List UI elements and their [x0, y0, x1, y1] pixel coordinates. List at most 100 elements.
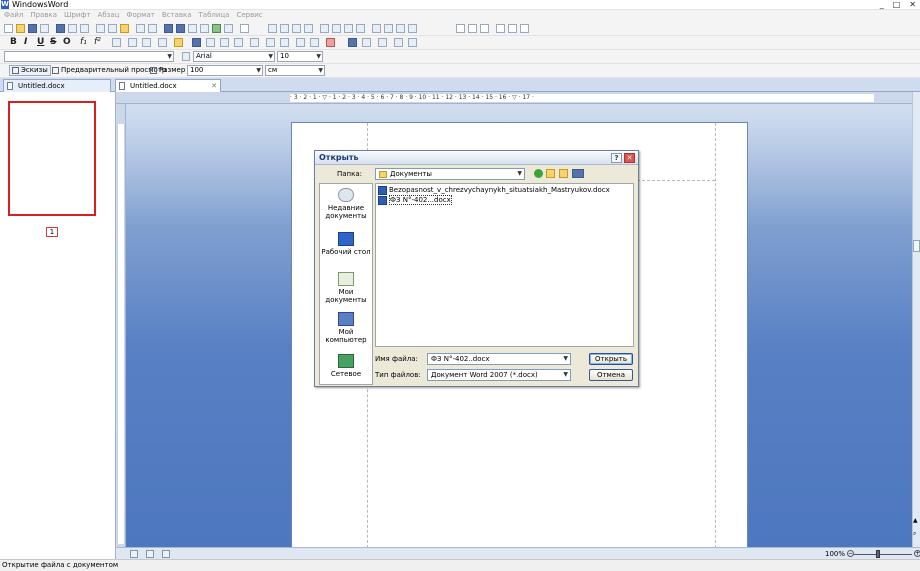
cut-icon[interactable]: [96, 24, 105, 33]
help-icon[interactable]: [224, 24, 233, 33]
outline-view-icon[interactable]: [378, 38, 387, 47]
page-thumbnail[interactable]: [8, 101, 96, 216]
superscript-button[interactable]: f²: [94, 37, 101, 48]
menu-paragraph[interactable]: Абзац: [98, 10, 120, 21]
style-select[interactable]: ▼: [4, 51, 174, 62]
new-document-icon[interactable]: [4, 24, 13, 33]
menu-format[interactable]: Формат: [126, 10, 154, 21]
spellcheck-icon[interactable]: [68, 24, 77, 33]
scroll-up-icon[interactable]: ▲: [913, 517, 920, 525]
dialog-close-button[interactable]: ✕: [624, 153, 635, 163]
zoom-size-select[interactable]: 100 ▼: [187, 65, 263, 76]
arrow-icon[interactable]: [508, 24, 517, 33]
header-icon[interactable]: [372, 24, 381, 33]
research-icon[interactable]: [80, 24, 89, 33]
bold-button[interactable]: B: [10, 37, 17, 48]
align-left-icon[interactable]: [192, 38, 201, 47]
subscript-button[interactable]: f₁: [80, 37, 87, 48]
place-recent[interactable]: Недавние документы: [320, 188, 372, 220]
scroll-thumb[interactable]: [913, 240, 920, 252]
rectangle-icon[interactable]: [520, 24, 529, 33]
hyperlink-icon[interactable]: [164, 24, 173, 33]
font-color-icon[interactable]: [326, 38, 335, 47]
zoom-in-icon[interactable]: +: [914, 550, 920, 557]
footer-icon[interactable]: [384, 24, 393, 33]
menu-tools[interactable]: Сервис: [236, 10, 262, 21]
tab-untitled-2[interactable]: Untitled.docx ✕: [115, 79, 221, 92]
search-icon[interactable]: ⌕: [913, 530, 920, 538]
strikethrough-button[interactable]: S: [50, 37, 56, 48]
web-layout-icon[interactable]: [162, 550, 170, 558]
justify-icon[interactable]: [234, 38, 243, 47]
menu-table[interactable]: Таблица: [199, 10, 230, 21]
decrease-indent-icon[interactable]: [292, 24, 301, 33]
up-folder-icon[interactable]: [546, 169, 555, 178]
maximize-button[interactable]: □: [893, 0, 901, 10]
indent-icon[interactable]: [310, 38, 319, 47]
shading-icon[interactable]: [344, 24, 353, 33]
back-icon[interactable]: [534, 169, 543, 178]
font-icon[interactable]: [128, 38, 137, 47]
document-map-icon[interactable]: [394, 38, 403, 47]
horizontal-ruler[interactable]: · 3 · 2 · 1 · ▽ · 1 · 2 · 3 · 4 · 5 · 6 …: [116, 92, 916, 104]
menu-font[interactable]: Шрифт: [64, 10, 91, 21]
numbering-icon[interactable]: [268, 24, 277, 33]
fullscreen-icon[interactable]: [408, 38, 417, 47]
copy-icon[interactable]: [108, 24, 117, 33]
outline-button[interactable]: O: [63, 37, 71, 48]
font-select[interactable]: Arial ▼: [193, 51, 275, 62]
folder-select[interactable]: Документы ▼: [375, 168, 525, 180]
page-setup-icon[interactable]: [356, 24, 365, 33]
highlight-icon[interactable]: [142, 38, 151, 47]
increase-indent-icon[interactable]: [304, 24, 313, 33]
align-center-icon[interactable]: [206, 38, 215, 47]
view-menu-icon[interactable]: [572, 169, 584, 178]
place-my-documents[interactable]: Мои документы: [320, 272, 372, 304]
dialog-title-bar[interactable]: Открыть ? ✕: [315, 151, 638, 165]
underline-button[interactable]: U: [37, 37, 44, 48]
borders-icon[interactable]: [332, 24, 341, 33]
page-view-icon[interactable]: [348, 38, 357, 47]
dropdown-arrow-icon[interactable]: [200, 24, 209, 33]
menu-insert[interactable]: Вставка: [162, 10, 192, 21]
filename-input[interactable]: ФЗ N°-402..docx ▼: [427, 353, 571, 365]
print-icon[interactable]: [40, 24, 49, 33]
grow-font-icon[interactable]: [158, 38, 167, 47]
line-spacing-icon[interactable]: [250, 38, 259, 47]
table-icon[interactable]: [176, 24, 185, 33]
place-network[interactable]: Сетевое: [320, 354, 372, 378]
bullet-list-icon[interactable]: [266, 38, 275, 47]
textbox-icon[interactable]: [468, 24, 477, 33]
save-icon[interactable]: [28, 24, 37, 33]
minimize-button[interactable]: _: [880, 0, 884, 10]
align-right-icon[interactable]: [220, 38, 229, 47]
columns-icon[interactable]: [320, 24, 329, 33]
zoom-slider-handle[interactable]: [876, 550, 880, 558]
unit-select[interactable]: см ▼: [265, 65, 325, 76]
insert-image-icon[interactable]: [188, 24, 197, 33]
open-folder-icon[interactable]: [16, 24, 25, 33]
cancel-button[interactable]: Отмена: [589, 369, 633, 381]
page-number-icon[interactable]: [396, 24, 405, 33]
show-formatting-icon[interactable]: [240, 24, 249, 33]
vertical-scrollbar[interactable]: ▲ ⌕: [912, 92, 920, 547]
redo-icon[interactable]: [148, 24, 157, 33]
place-my-computer[interactable]: Мой компьютер: [320, 312, 372, 344]
help-button[interactable]: ?: [611, 153, 622, 163]
open-button[interactable]: Открыть: [589, 353, 633, 365]
bullets-icon[interactable]: [280, 24, 289, 33]
print-preview-icon[interactable]: [56, 24, 65, 33]
shape-icon[interactable]: [480, 24, 489, 33]
print-layout-icon[interactable]: [146, 550, 154, 558]
date-icon[interactable]: [408, 24, 417, 33]
font-size-select[interactable]: 10 ▼: [277, 51, 323, 62]
close-tab-icon[interactable]: ✕: [211, 80, 217, 92]
italic-button[interactable]: I: [24, 37, 27, 48]
web-view-icon[interactable]: [362, 38, 371, 47]
undo-icon[interactable]: [136, 24, 145, 33]
size-button[interactable]: Размер: [150, 65, 185, 76]
zoom-icon[interactable]: [212, 24, 221, 33]
text-highlight-icon[interactable]: [174, 38, 183, 47]
close-window-button[interactable]: ✕: [909, 0, 916, 10]
new-folder-icon[interactable]: [559, 169, 568, 178]
